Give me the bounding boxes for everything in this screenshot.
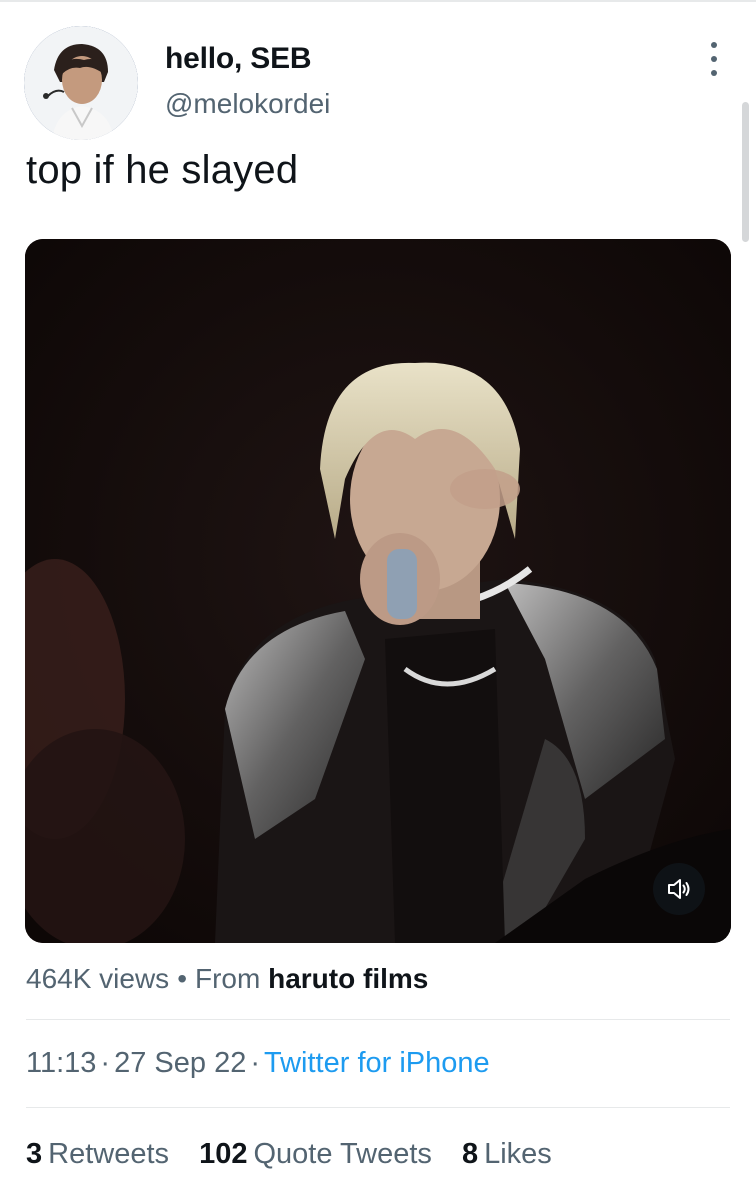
avatar-image [24,26,138,140]
mute-button[interactable] [653,863,705,915]
quote-tweets-label: Quote Tweets [253,1138,432,1170]
divider [26,1019,730,1020]
tweet-date[interactable]: 27 Sep 22 [114,1047,246,1079]
more-vertical-icon[interactable] [705,42,723,76]
tweet-video[interactable] [25,239,731,943]
views-line: 464K views • From haruto films [26,963,428,995]
likes-label: Likes [484,1138,552,1170]
likes-count: 8 [461,1138,479,1170]
client-link[interactable]: Twitter for iPhone [264,1047,490,1079]
speaker-muted-icon [668,879,690,899]
user-handle[interactable]: @melokordei [165,88,330,120]
meta-separator: · [100,1047,111,1079]
from-label: From [195,963,261,994]
meta-separator: · [250,1047,260,1079]
view-count: 464K views [26,963,170,994]
engagement-stats: 3 Retweets 102 Quote Tweets 8 Likes [26,1138,574,1171]
scrollbar[interactable] [742,102,749,242]
retweets-label: Retweets [48,1138,170,1170]
divider [26,1107,730,1108]
avatar[interactable] [24,26,138,140]
likes-stat[interactable]: 8 Likes [462,1138,552,1170]
display-name[interactable]: hello, SEB [165,42,312,76]
quote-tweets-count: 102 [199,1138,248,1170]
retweets-stat[interactable]: 3 Retweets [26,1138,169,1170]
retweets-count: 3 [26,1138,43,1170]
tweet-text: top if he slayed [26,148,299,192]
views-bullet: • [177,963,187,994]
quote-tweets-stat[interactable]: 102 Quote Tweets [199,1138,432,1170]
top-divider [0,0,756,2]
tweet-meta: 11:13 · 27 Sep 22 · Twitter for iPhone [26,1047,490,1080]
media-source-link[interactable]: haruto films [268,963,428,994]
video-frame [25,239,731,943]
tweet-time[interactable]: 11:13 [26,1047,96,1079]
